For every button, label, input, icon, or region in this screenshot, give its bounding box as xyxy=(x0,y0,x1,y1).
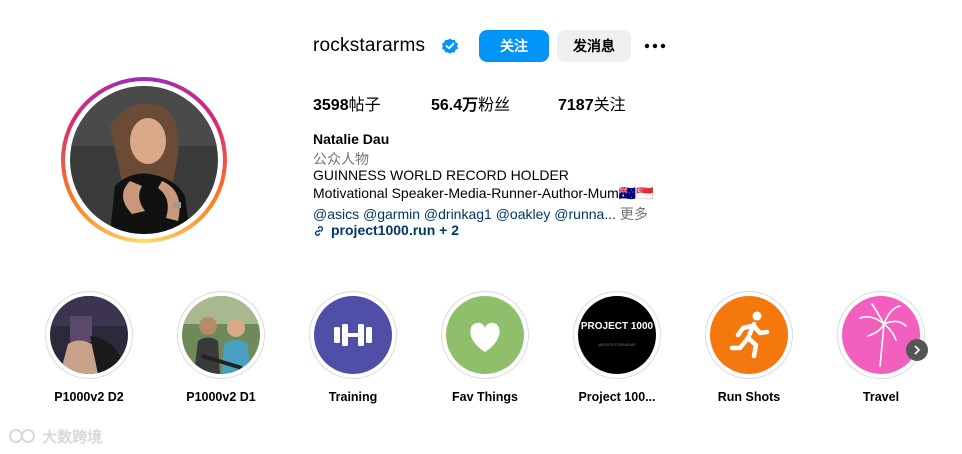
avatar[interactable] xyxy=(70,86,218,234)
highlight-cover-image xyxy=(182,296,260,374)
highlight-cover-subtitle: @ROCKSTARARMS xyxy=(598,342,636,347)
highlight-cover-image xyxy=(710,296,788,374)
highlight-ring xyxy=(309,291,397,379)
verified-badge-icon xyxy=(442,38,458,54)
watermark: 大数跨境 xyxy=(8,426,102,447)
highlight-item[interactable]: Run Shots xyxy=(705,291,793,404)
bio-link-text: project1000.run + 2 xyxy=(331,222,460,238)
stat-followers-label: 粉丝 xyxy=(478,97,511,114)
mention-link[interactable]: @runna... xyxy=(554,206,616,222)
highlight-ring: PROJECT 1000 @ROCKSTARARMS xyxy=(573,291,661,379)
highlight-label: P1000v2 D1 xyxy=(186,390,256,404)
highlight-ring xyxy=(177,291,265,379)
highlights-next-button[interactable] xyxy=(906,339,928,361)
mention-link[interactable]: @oakley xyxy=(496,206,551,222)
bio-line: GUINNESS WORLD RECORD HOLDER xyxy=(313,167,569,183)
stat-following-label: 关注 xyxy=(593,97,626,114)
watermark-logo-icon xyxy=(9,429,35,443)
highlight-label: Project 100... xyxy=(578,390,656,404)
highlight-label: P1000v2 D2 xyxy=(54,390,124,404)
bio-line: Motivational Speaker-Media-Runner-Author… xyxy=(313,185,654,201)
highlight-cover-image xyxy=(50,296,128,374)
highlight-item[interactable]: Fav Things xyxy=(441,291,529,404)
username: rockstararms xyxy=(313,35,426,56)
bio-category: 公众人物 xyxy=(313,151,369,167)
more-options-icon[interactable] xyxy=(644,36,666,56)
bio-mentions: @asics @garmin @drinkag1 @oakley @runna.… xyxy=(313,204,648,224)
highlight-item[interactable]: P1000v2 D2 xyxy=(45,291,133,404)
highlight-label: Fav Things xyxy=(452,390,518,404)
bio-more-link[interactable]: 更多 xyxy=(620,206,648,222)
highlight-item[interactable]: PROJECT 1000 @ROCKSTARARMS Project 100..… xyxy=(573,291,661,404)
highlight-label: Run Shots xyxy=(717,390,781,404)
follow-button[interactable]: 关注 xyxy=(479,30,549,62)
bio-name: Natalie Dau xyxy=(313,131,390,147)
highlight-label: Training xyxy=(328,390,378,404)
highlight-ring xyxy=(705,291,793,379)
stat-following-value: 7187 xyxy=(558,97,594,114)
bio-external-link[interactable]: project1000.run + 2 xyxy=(313,222,459,238)
mention-link[interactable]: @garmin xyxy=(363,206,420,222)
message-button[interactable]: 发消息 xyxy=(557,30,631,62)
link-icon xyxy=(314,226,324,236)
highlight-item[interactable]: P1000v2 D1 xyxy=(177,291,265,404)
avatar-ring-gap xyxy=(65,81,223,239)
highlight-cover-image xyxy=(314,296,392,374)
stat-followers[interactable]: 56.4万粉丝 xyxy=(431,91,510,115)
stat-followers-value: 56.4万 xyxy=(431,97,479,114)
highlight-cover-title: PROJECT 1000 xyxy=(580,321,654,332)
stat-following[interactable]: 7187关注 xyxy=(558,91,626,115)
highlight-ring xyxy=(837,291,925,379)
watermark-text: 大数跨境 xyxy=(42,429,103,446)
highlight-cover-image: PROJECT 1000 @ROCKSTARARMS xyxy=(578,296,656,374)
highlight-cover-image xyxy=(446,296,524,374)
highlight-item[interactable]: Training xyxy=(309,291,397,404)
highlight-label: Travel xyxy=(862,390,900,404)
mention-link[interactable]: @drinkag1 xyxy=(424,206,492,222)
stat-posts-label: 帖子 xyxy=(348,97,381,114)
highlight-ring xyxy=(441,291,529,379)
mention-link[interactable]: @asics xyxy=(313,206,359,222)
stat-posts-value: 3598 xyxy=(313,97,349,114)
highlight-cover-image xyxy=(842,296,920,374)
highlight-ring xyxy=(45,291,133,379)
stat-posts: 3598帖子 xyxy=(313,91,381,115)
profile-avatar-ring[interactable] xyxy=(61,77,227,243)
chevron-right-icon xyxy=(914,345,920,355)
